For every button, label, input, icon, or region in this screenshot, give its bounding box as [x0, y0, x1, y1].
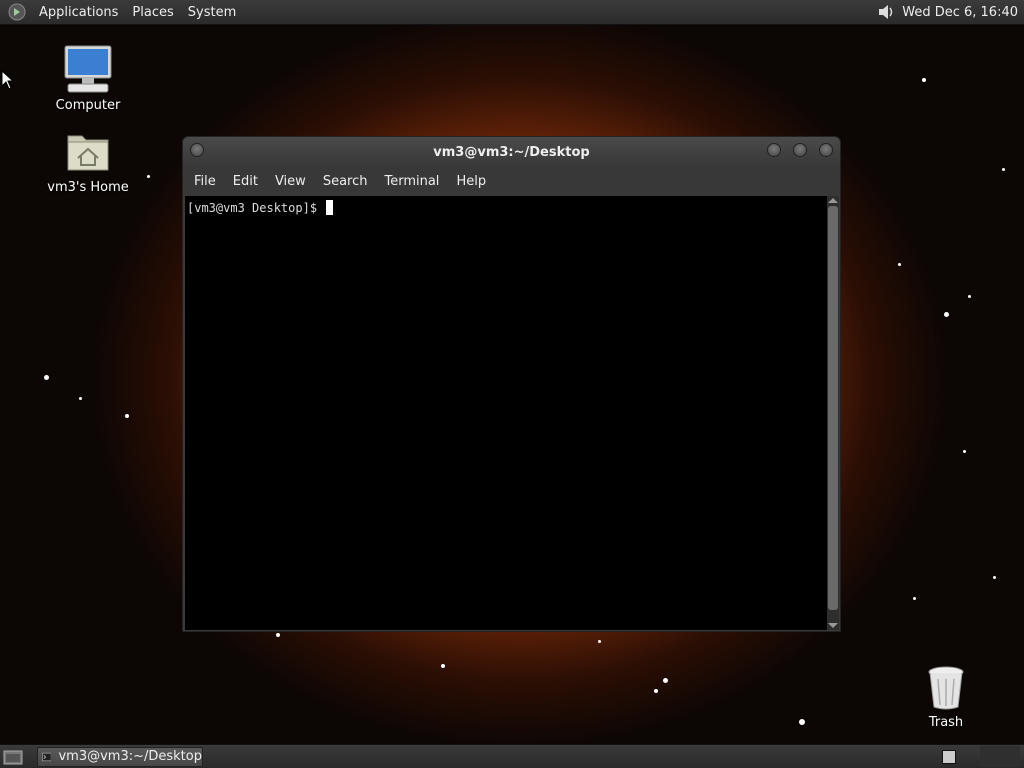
star — [799, 719, 805, 725]
top-panel-tray: Wed Dec 6, 16:40 — [876, 3, 1024, 21]
maximize-button[interactable] — [793, 143, 807, 157]
star — [654, 689, 658, 693]
computer-desktop-icon[interactable]: Computer — [38, 44, 138, 113]
computer-icon — [64, 45, 112, 93]
star — [147, 175, 150, 178]
minimize-button[interactable] — [767, 143, 781, 157]
scroll-up-arrow-icon[interactable] — [828, 198, 838, 203]
workspace-switcher-2[interactable] — [980, 746, 1020, 767]
home-desktop-icon[interactable]: vm3's Home — [38, 128, 138, 195]
applications-menu[interactable]: Applications — [39, 5, 118, 20]
star — [968, 295, 971, 298]
trash-label: Trash — [928, 715, 964, 730]
scroll-thumb[interactable] — [828, 206, 838, 610]
shell-prompt-line: [vm3@vm3 Desktop]$ — [187, 200, 334, 215]
workspace-switcher-1[interactable] — [942, 749, 956, 764]
trash-desktop-icon[interactable]: Trash — [896, 665, 996, 730]
star — [79, 397, 82, 400]
computer-label: Computer — [55, 98, 121, 113]
places-menu[interactable]: Places — [132, 5, 173, 20]
terminal-icon — [42, 752, 52, 761]
star — [944, 312, 949, 317]
top-panel: Applications Places System Wed Dec 6, 16… — [0, 0, 1024, 25]
gnome-foot-icon[interactable] — [8, 3, 26, 21]
window-title: vm3@vm3:~/Desktop — [433, 145, 590, 160]
star — [922, 78, 926, 82]
star — [44, 375, 49, 380]
terminal-scrollbar[interactable] — [827, 196, 839, 630]
home-label: vm3's Home — [47, 180, 129, 195]
terminal-titlebar[interactable]: vm3@vm3:~/Desktop — [183, 137, 840, 167]
star — [125, 414, 129, 418]
file-menu[interactable]: File — [194, 174, 216, 189]
taskbar-terminal-label: vm3@vm3:~/Desktop — [58, 749, 202, 764]
terminal-window[interactable]: vm3@vm3:~/Desktop File Edit View Search … — [182, 136, 841, 632]
text-cursor — [326, 200, 334, 215]
system-menu[interactable]: System — [188, 5, 236, 20]
star — [993, 576, 996, 579]
search-menu[interactable]: Search — [323, 174, 368, 189]
help-menu[interactable]: Help — [456, 174, 486, 189]
star — [663, 678, 668, 683]
star — [1002, 168, 1005, 171]
star — [441, 664, 445, 668]
view-menu[interactable]: View — [275, 174, 306, 189]
mouse-pointer-icon — [1, 70, 13, 90]
volume-icon[interactable] — [876, 3, 896, 21]
home-folder-icon — [67, 135, 109, 171]
star — [276, 633, 280, 637]
bottom-panel: vm3@vm3:~/Desktop — [0, 744, 1024, 768]
star — [963, 450, 966, 453]
shell-prompt: [vm3@vm3 Desktop]$ — [187, 201, 325, 215]
clock[interactable]: Wed Dec 6, 16:40 — [902, 5, 1018, 20]
show-desktop-icon[interactable] — [3, 749, 23, 765]
star — [913, 597, 916, 600]
terminal-menu[interactable]: Terminal — [384, 174, 439, 189]
taskbar-terminal-button[interactable]: vm3@vm3:~/Desktop — [37, 746, 203, 767]
star — [598, 640, 601, 643]
scroll-down-arrow-icon[interactable] — [828, 623, 838, 628]
terminal-text-area[interactable]: [vm3@vm3 Desktop]$ — [185, 196, 827, 630]
star — [898, 263, 901, 266]
trash-icon — [928, 666, 964, 710]
edit-menu[interactable]: Edit — [233, 174, 258, 189]
terminal-menubar: File Edit View Search Terminal Help — [183, 167, 840, 196]
close-button[interactable] — [819, 143, 833, 157]
